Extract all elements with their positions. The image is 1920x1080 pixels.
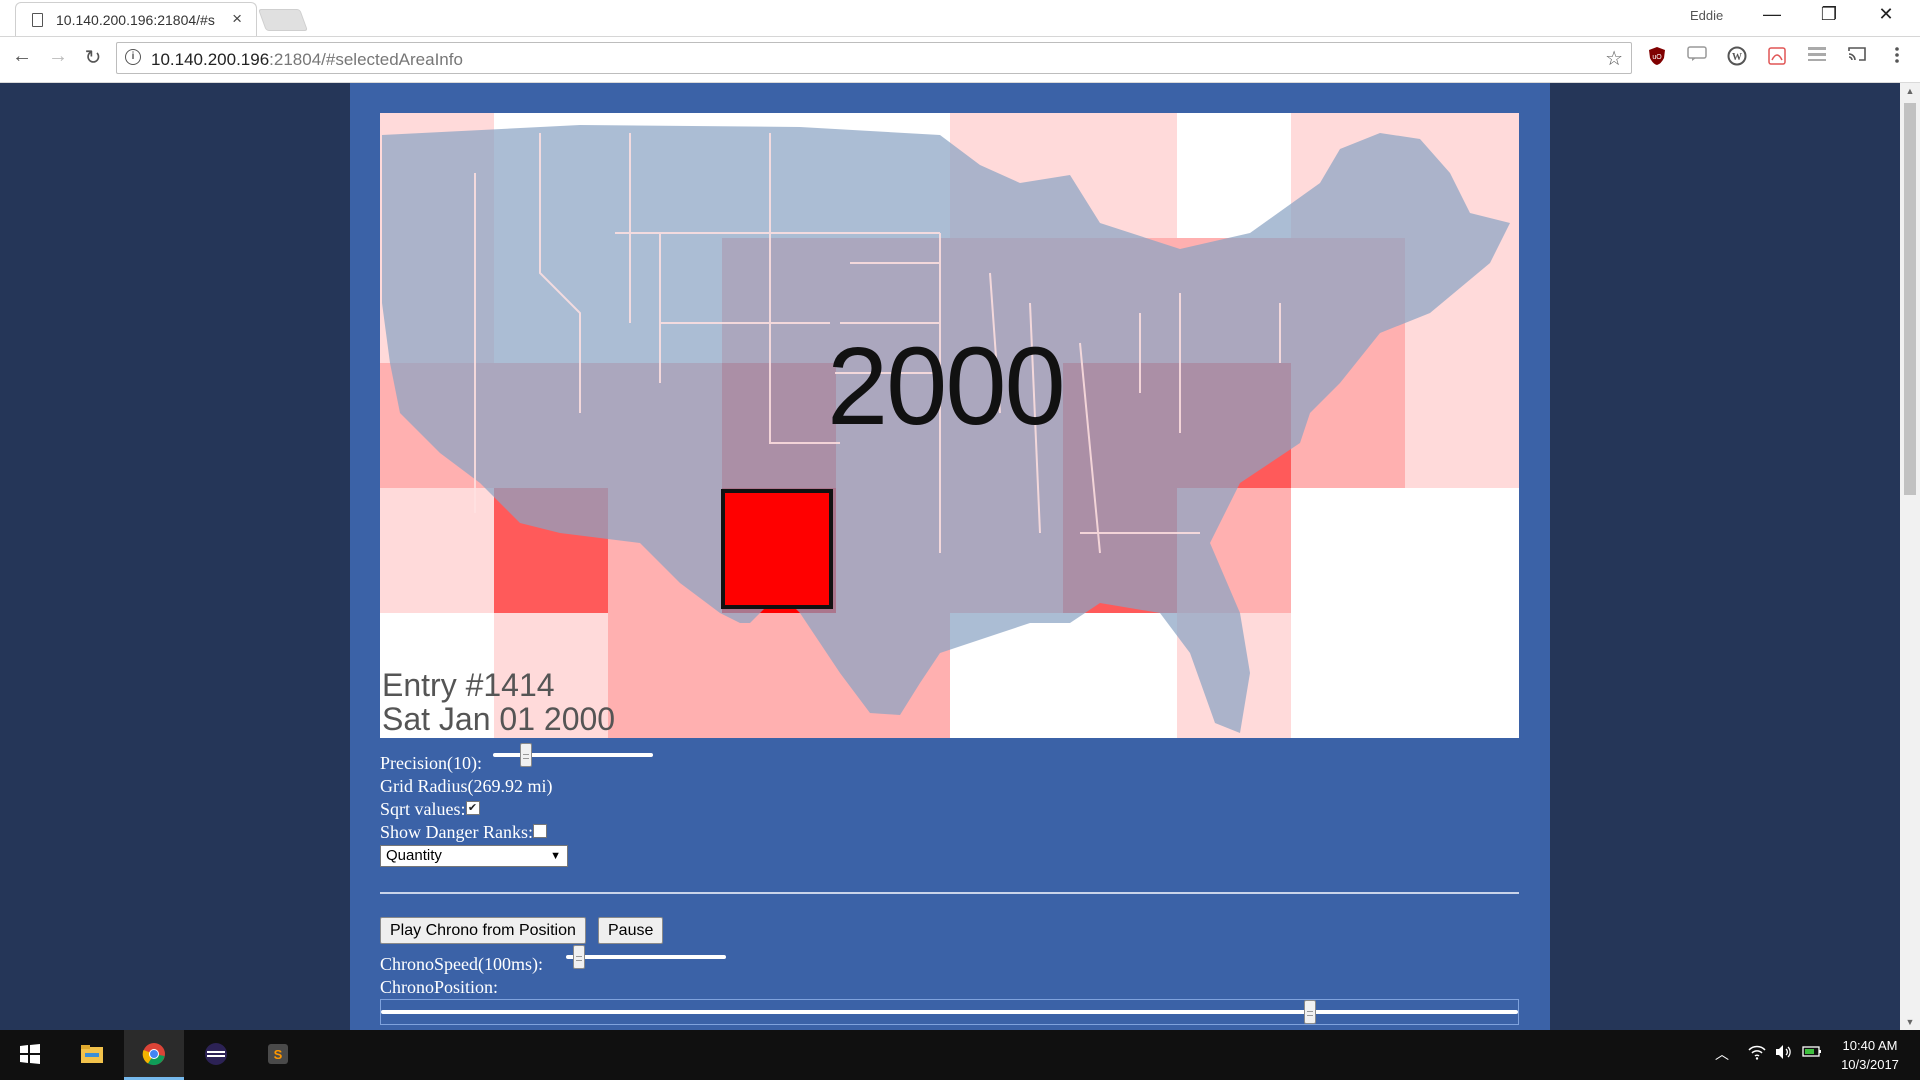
danger-checkbox[interactable] — [532, 824, 547, 838]
play-chrono-button[interactable]: Play Chrono from Position — [380, 917, 586, 944]
url-text[interactable]: 10.140.200.196:21804/#selectedAreaInfo — [151, 50, 463, 70]
danger-label: Show Danger Ranks: — [380, 822, 533, 842]
chrono-speed-row: ChronoSpeed(100ms): — [380, 954, 543, 975]
chrono-speed-label: ChronoSpeed(100ms): — [380, 954, 543, 974]
entry-info: Entry #1414 Sat Jan 01 2000 — [382, 668, 615, 736]
scrollbar-thumb[interactable] — [1904, 103, 1916, 495]
pause-button[interactable]: Pause — [598, 917, 664, 944]
tab-close-icon[interactable]: × — [232, 9, 242, 29]
url-path: :21804/#selectedAreaInfo — [269, 50, 463, 69]
minimize-icon[interactable]: — — [1752, 4, 1792, 25]
wifi-icon[interactable] — [1748, 1044, 1766, 1065]
restore-icon[interactable]: ❐ — [1809, 4, 1849, 25]
chrono-speed-slider[interactable] — [566, 945, 726, 969]
sqrt-row: Sqrt values: ✔ — [380, 799, 480, 820]
pdf-icon[interactable] — [1765, 46, 1789, 70]
svg-text:S: S — [274, 1047, 283, 1062]
volume-icon[interactable] — [1775, 1044, 1793, 1065]
profile-name[interactable]: Eddie — [1690, 8, 1723, 23]
page-viewport: 2000 Entry #1414 Sat Jan 01 2000 Precisi… — [0, 83, 1920, 1030]
address-bar[interactable]: i 10.140.200.196:21804/#selectedAreaInfo… — [116, 42, 1632, 74]
scroll-up-icon[interactable]: ▲ — [1900, 86, 1920, 96]
chrome-icon[interactable] — [124, 1030, 184, 1080]
heatmap-map[interactable]: 2000 Entry #1414 Sat Jan 01 2000 — [380, 113, 1519, 738]
metric-select[interactable]: Quantity ▼ — [380, 845, 568, 867]
wordpress-icon[interactable]: W — [1725, 46, 1749, 70]
close-window-icon[interactable]: ✕ — [1866, 4, 1906, 25]
tray-expand-icon[interactable]: ︿ — [1715, 1044, 1729, 1064]
windows-taskbar: S ︿ 10:40 AM 10/3/2017 — [0, 1030, 1920, 1080]
menu-icon[interactable] — [1885, 46, 1909, 70]
browser-tabstrip: 10.140.200.196:21804/#s × Eddie — ❐ ✕ — [0, 0, 1920, 37]
scroll-down-icon[interactable]: ▼ — [1900, 1017, 1920, 1027]
reload-icon[interactable]: ↻ — [79, 45, 107, 70]
chrono-position-label: ChronoPosition: — [380, 977, 499, 997]
site-info-icon[interactable]: i — [125, 49, 141, 65]
browser-toolbar: ← → ↻ i 10.140.200.196:21804/#selectedAr… — [0, 37, 1920, 83]
svg-text:uO: uO — [1652, 54, 1662, 61]
page-scrollbar[interactable]: ▲ ▼ — [1900, 83, 1920, 1030]
windows-start-icon[interactable] — [0, 1030, 60, 1080]
back-icon[interactable]: ← — [8, 45, 36, 68]
speech-icon[interactable] — [1685, 46, 1709, 70]
url-host: 10.140.200.196 — [151, 50, 270, 69]
tab-title: 10.140.200.196:21804/#s — [56, 12, 215, 28]
chrono-speed-slider-thumb[interactable] — [573, 945, 585, 969]
precision-slider[interactable] — [493, 743, 653, 767]
chrono-position-slider-thumb[interactable] — [1304, 1000, 1316, 1024]
chrono-position-slider[interactable] — [380, 999, 1519, 1025]
dropdown-arrow-icon: ▼ — [550, 850, 561, 862]
precision-slider-track — [493, 753, 653, 757]
eclipse-icon[interactable] — [186, 1030, 246, 1080]
cast-icon[interactable] — [1845, 46, 1869, 70]
system-clock[interactable]: 10:40 AM 10/3/2017 — [1830, 1036, 1910, 1074]
selected-area-highlight[interactable] — [721, 489, 833, 609]
bookmark-star-icon[interactable]: ☆ — [1605, 46, 1623, 71]
battery-icon[interactable] — [1802, 1044, 1822, 1063]
entry-date: Sat Jan 01 2000 — [382, 701, 616, 737]
new-tab-button[interactable] — [257, 9, 309, 31]
entry-number: Entry #1414 — [382, 667, 555, 703]
precision-slider-thumb[interactable] — [520, 743, 532, 767]
chrono-speed-slider-track — [566, 955, 726, 959]
clock-time: 10:40 AM — [1842, 1038, 1898, 1053]
svg-text:W: W — [1732, 52, 1742, 63]
section-divider — [380, 892, 1519, 894]
sqrt-checkbox[interactable]: ✔ — [465, 801, 480, 815]
year-label: 2000 — [827, 325, 1066, 448]
danger-row: Show Danger Ranks: — [380, 822, 547, 843]
ublock-icon[interactable]: uO — [1645, 46, 1669, 70]
precision-row: Precision(10): — [380, 753, 482, 774]
file-explorer-icon[interactable] — [62, 1030, 122, 1080]
metric-select-value: Quantity — [386, 847, 442, 864]
reader-icon[interactable] — [1805, 46, 1829, 70]
clock-date: 10/3/2017 — [1841, 1057, 1899, 1072]
page-icon — [32, 13, 43, 27]
sublime-text-icon[interactable]: S — [248, 1030, 308, 1080]
content-panel: 2000 Entry #1414 Sat Jan 01 2000 Precisi… — [350, 83, 1550, 1030]
browser-tab[interactable]: 10.140.200.196:21804/#s × — [15, 2, 257, 36]
forward-icon[interactable]: → — [44, 45, 72, 68]
chrono-position-slider-track — [381, 1010, 1518, 1014]
precision-label: Precision(10): — [380, 753, 482, 773]
sqrt-label: Sqrt values: — [380, 799, 466, 819]
grid-radius-label: Grid Radius(269.92 mi) — [380, 776, 553, 796]
